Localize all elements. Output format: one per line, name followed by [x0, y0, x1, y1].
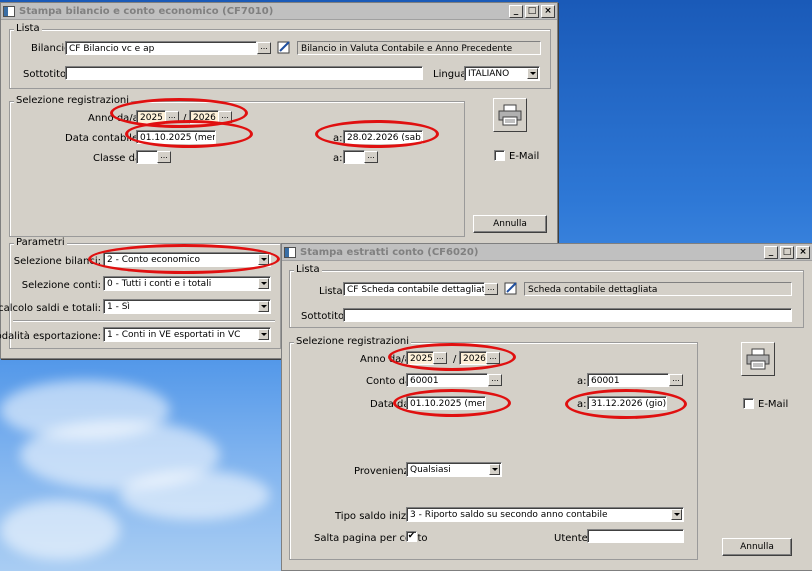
ricalcolo-value: 1 - Sì	[107, 302, 130, 312]
email-checkbox[interactable]	[494, 150, 505, 161]
maximize-button[interactable]: □	[780, 245, 794, 259]
email-label: E-Mail	[509, 151, 540, 162]
print-button[interactable]	[741, 342, 775, 376]
window-title: Stampa bilancio e conto economico (CF701…	[19, 5, 274, 17]
data-contabile-da-field[interactable]: 01.10.2025 (mer)	[136, 130, 216, 144]
edit-icon[interactable]	[277, 40, 291, 54]
printer-icon	[746, 348, 770, 370]
print-button[interactable]	[493, 98, 527, 132]
close-button[interactable]: ×	[796, 245, 810, 259]
anno-separator: /	[183, 113, 187, 124]
printer-icon	[498, 104, 522, 126]
annulla-button[interactable]: Annulla	[473, 215, 547, 233]
classe-a-label: a:	[333, 153, 343, 164]
bilancio-field[interactable]: CF Bilancio vc e ap	[65, 41, 257, 55]
group-legend: Selezione registrazioni	[294, 336, 412, 347]
cloud	[120, 470, 270, 520]
anno-a-field[interactable]: 2026	[459, 351, 487, 365]
tipo-saldo-select[interactable]: 3 - Riporto saldo su secondo anno contab…	[406, 507, 684, 522]
anno-a-browse-button[interactable]: ...	[486, 352, 500, 364]
group-legend: Selezione registrazioni	[14, 95, 132, 106]
conto-da-browse-button[interactable]: ...	[488, 374, 502, 386]
window-title: Stampa estratti conto (CF6020)	[300, 246, 479, 258]
window-stampa-estratti: Stampa estratti conto (CF6020) _ □ × Lis…	[281, 243, 812, 571]
lista-description: Scheda contabile dettagliata	[524, 282, 792, 296]
anno-a-field[interactable]: 2026	[189, 110, 219, 124]
salta-pagina-checkbox[interactable]: ✔	[406, 531, 417, 542]
group-legend: Parametri	[14, 237, 67, 248]
window-icon	[284, 246, 296, 258]
data-contabile-a-field[interactable]: 28.02.2026 (sab)	[343, 130, 423, 144]
titlebar[interactable]: Stampa bilancio e conto economico (CF701…	[1, 3, 557, 20]
close-button[interactable]: ×	[541, 4, 555, 18]
anno-label: Anno da/a:	[88, 113, 143, 124]
selezione-conti-label: Selezione conti:	[21, 280, 101, 291]
lista-field[interactable]: CF Scheda contabile dettagliata	[343, 282, 485, 296]
chevron-down-icon[interactable]	[258, 278, 269, 289]
conto-a-label: a:	[577, 376, 587, 387]
divider	[13, 320, 275, 322]
classe-da-browse-button[interactable]: ...	[157, 151, 171, 163]
utente-label: Utente:	[554, 533, 592, 544]
cloud	[0, 500, 120, 560]
sottotitolo-field[interactable]	[343, 308, 792, 322]
minimize-button[interactable]: _	[509, 4, 523, 18]
classe-a-browse-button[interactable]: ...	[364, 151, 378, 163]
data-a-field[interactable]: 31.12.2026 (gio)	[587, 396, 667, 410]
provenienza-select[interactable]: Qualsiasi	[406, 462, 502, 477]
group-legend: Lista	[294, 264, 322, 275]
selezione-bilanci-label: Selezione bilanci:	[13, 256, 101, 267]
ricalcolo-select[interactable]: 1 - Sì	[103, 299, 271, 314]
chevron-down-icon[interactable]	[527, 68, 538, 79]
selezione-conti-select[interactable]: 0 - Tutti i conti e i totali	[103, 276, 271, 291]
conto-a-browse-button[interactable]: ...	[669, 374, 683, 386]
window-icon	[3, 5, 15, 17]
anno-da-browse-button[interactable]: ...	[433, 352, 447, 364]
data-da-field[interactable]: 01.10.2025 (mer)	[406, 396, 486, 410]
group-legend: Lista	[14, 23, 42, 34]
conto-da-field[interactable]: 60001	[406, 373, 488, 387]
conto-a-field[interactable]: 60001	[587, 373, 669, 387]
anno-da-field[interactable]: 2025	[406, 351, 434, 365]
email-label: E-Mail	[758, 399, 789, 410]
chevron-down-icon[interactable]	[671, 509, 682, 520]
bilancio-description: Bilancio in Valuta Contabile e Anno Prec…	[297, 41, 541, 55]
classe-da-field[interactable]	[136, 150, 158, 164]
maximize-button[interactable]: □	[525, 4, 539, 18]
provenienza-value: Qualsiasi	[410, 465, 451, 475]
tipo-saldo-value: 3 - Riporto saldo su secondo anno contab…	[410, 510, 608, 520]
anno-da-field[interactable]: 2025	[136, 110, 166, 124]
bilancio-browse-button[interactable]: ...	[257, 42, 271, 54]
sottotitolo-field[interactable]	[65, 66, 423, 80]
selezione-bilanci-select[interactable]: 2 - Conto economico	[103, 252, 271, 267]
minimize-button[interactable]: _	[764, 245, 778, 259]
lingua-select[interactable]: ITALIANO	[464, 66, 540, 81]
anno-separator: /	[453, 354, 457, 365]
lista-label: Lista:	[319, 286, 346, 297]
lingua-value: ITALIANO	[468, 69, 510, 79]
modalita-select[interactable]: 1 - Conti in VE esportati in VC	[103, 327, 271, 342]
selezione-conti-value: 0 - Tutti i conti e i totali	[107, 279, 212, 289]
lista-browse-button[interactable]: ...	[484, 283, 498, 295]
anno-a-browse-button[interactable]: ...	[218, 111, 232, 123]
chevron-down-icon[interactable]	[258, 329, 269, 340]
annulla-button[interactable]: Annulla	[722, 538, 792, 556]
modalita-value: 1 - Conti in VE esportati in VC	[107, 330, 241, 340]
titlebar[interactable]: Stampa estratti conto (CF6020) _ □ ×	[282, 244, 812, 261]
email-checkbox[interactable]	[743, 398, 754, 409]
chevron-down-icon[interactable]	[258, 301, 269, 312]
chevron-down-icon[interactable]	[489, 464, 500, 475]
group-selezione: Selezione registrazioni	[9, 95, 465, 237]
ricalcolo-label: Ricalcolo saldi e totali:	[0, 303, 101, 314]
modalita-label: Modalità esportazione:	[0, 331, 101, 342]
classe-a-field[interactable]	[343, 150, 365, 164]
utente-field[interactable]	[587, 529, 684, 543]
anno-da-browse-button[interactable]: ...	[165, 111, 179, 123]
edit-icon[interactable]	[504, 281, 518, 295]
data-contabile-a-label: a:	[333, 133, 343, 144]
selezione-bilanci-value: 2 - Conto economico	[107, 255, 201, 265]
chevron-down-icon[interactable]	[258, 254, 269, 265]
data-a-label: a:	[577, 399, 587, 410]
